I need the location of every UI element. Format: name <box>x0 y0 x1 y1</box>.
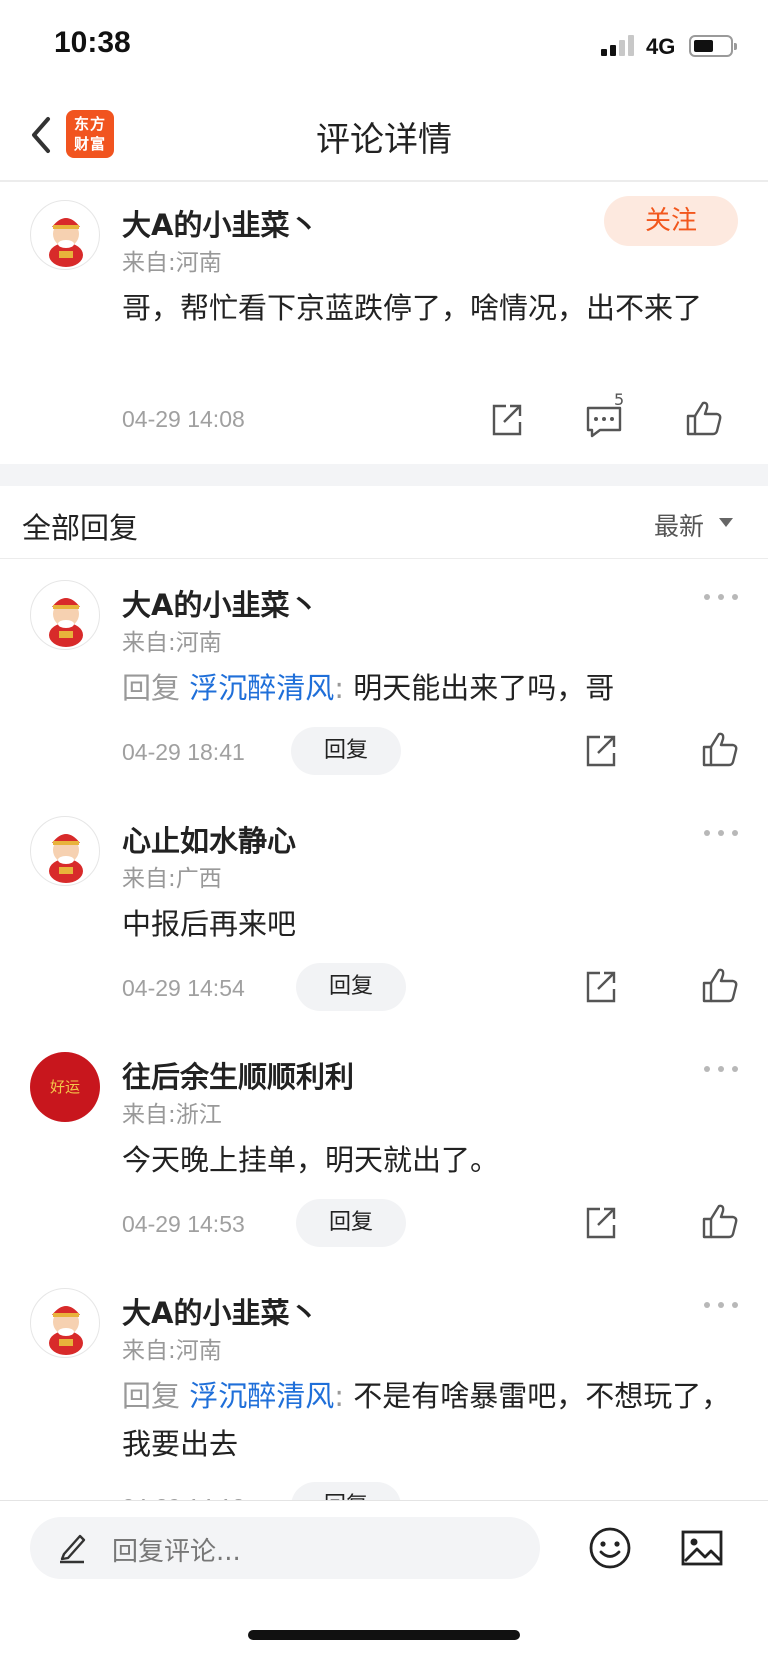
comment-location: 来自:河南 <box>122 250 222 276</box>
avatar[interactable]: 好运 <box>30 1052 100 1122</box>
more-icon[interactable] <box>704 1066 740 1076</box>
replies-title: 全部回复 <box>22 511 139 545</box>
avatar[interactable] <box>30 200 100 270</box>
reply-prefix: 回复 <box>122 671 181 705</box>
more-icon[interactable] <box>704 594 740 604</box>
reply-count-badge: 5 <box>614 390 625 409</box>
follow-button[interactable]: 关注 <box>604 196 738 246</box>
more-icon[interactable] <box>704 1302 740 1312</box>
reply-location: 来自:河南 <box>122 630 222 656</box>
page-title: 评论详情 <box>316 120 452 160</box>
image-icon[interactable] <box>680 1528 724 1568</box>
status-time: 10:38 <box>54 26 131 59</box>
reply-content: 回复 浮沉醉清风: 不是有啥暴雷吧，不想玩了，我要出去 <box>122 1372 732 1468</box>
signal-icon <box>601 34 635 56</box>
reply-author[interactable]: 心止如水静心 <box>122 818 296 860</box>
reply-colon: : <box>334 1379 345 1413</box>
avatar[interactable] <box>30 816 100 886</box>
battery-icon <box>689 35 737 57</box>
like-icon[interactable] <box>700 1201 740 1241</box>
reply-button[interactable]: 回复 <box>296 1199 406 1247</box>
reply-colon: : <box>334 671 345 705</box>
comment-author[interactable]: 大A的小韭菜丶 <box>122 202 318 244</box>
reply-input[interactable] <box>30 1517 540 1579</box>
like-icon[interactable] <box>684 398 724 438</box>
pencil-icon <box>56 1528 88 1564</box>
caret-down-icon[interactable] <box>719 518 733 527</box>
reply-location: 来自:河南 <box>122 1338 222 1364</box>
header-divider <box>0 180 768 182</box>
avatar[interactable] <box>30 1288 100 1358</box>
reply-button[interactable]: 回复 <box>291 727 401 775</box>
share-icon[interactable] <box>580 967 620 1007</box>
home-indicator[interactable] <box>248 1630 520 1640</box>
reply-location: 来自:广西 <box>122 866 222 892</box>
share-icon[interactable] <box>580 731 620 771</box>
smile-icon[interactable] <box>588 1526 632 1570</box>
mention-link[interactable]: 浮沉醉清风 <box>189 1379 334 1413</box>
section-separator <box>0 464 768 486</box>
reply-author[interactable]: 往后余生顺顺利利 <box>122 1054 354 1096</box>
reply-author[interactable]: 大A的小韭菜丶 <box>122 1290 318 1332</box>
comment-date: 04-29 14:08 <box>122 406 245 432</box>
reply-content: 回复 浮沉醉清风: 明天能出来了吗，哥 <box>122 664 732 712</box>
comment-content: 哥，帮忙看下京蓝跌停了，啥情况，出不来了 <box>122 291 703 325</box>
reply-prefix: 回复 <box>122 1379 181 1413</box>
avatar-text: 好运 <box>49 1078 80 1096</box>
avatar[interactable] <box>30 580 100 650</box>
reply-date: 04-29 18:41 <box>122 739 245 765</box>
reply-button[interactable]: 回复 <box>296 963 406 1011</box>
reply-location: 来自:浙江 <box>122 1102 222 1128</box>
network-label: 4G <box>646 34 676 59</box>
more-icon[interactable] <box>704 830 740 840</box>
reply-content: 今天晚上挂单，明天就出了。 <box>122 1143 500 1177</box>
reply-date: 04-29 14:53 <box>122 1211 245 1237</box>
like-icon[interactable] <box>700 965 740 1005</box>
share-icon[interactable] <box>486 400 526 440</box>
replies-divider <box>0 558 768 559</box>
like-icon[interactable] <box>700 729 740 769</box>
reply-text: 明天能出来了吗，哥 <box>353 671 615 705</box>
reply-input-placeholder[interactable]: 回复评论... <box>112 1531 241 1568</box>
reply-content: 中报后再来吧 <box>122 907 297 941</box>
share-icon[interactable] <box>580 1203 620 1243</box>
reply-date: 04-29 14:54 <box>122 975 245 1001</box>
sort-dropdown[interactable]: 最新 <box>654 507 704 543</box>
reply-author[interactable]: 大A的小韭菜丶 <box>122 582 318 624</box>
mention-link[interactable]: 浮沉醉清风 <box>189 671 334 705</box>
